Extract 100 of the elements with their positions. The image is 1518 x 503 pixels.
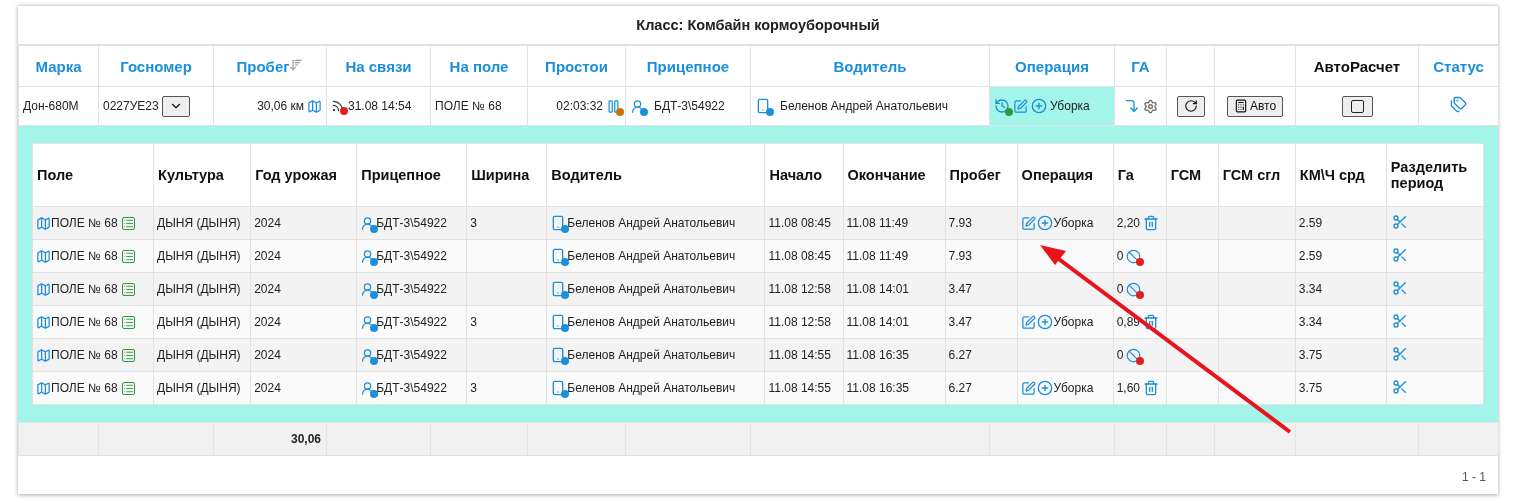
column-header: Год урожая — [250, 143, 357, 207]
column-header[interactable]: Пробег — [213, 45, 327, 87]
auto-button[interactable]: Авто — [1226, 95, 1284, 117]
column-header[interactable]: Госномер — [98, 45, 214, 87]
driver-name: Беленов Андрей Анатольевич — [567, 348, 736, 362]
column-header[interactable]: На поле — [430, 45, 528, 87]
list-icon[interactable] — [121, 216, 135, 230]
column-header[interactable]: Простои — [527, 45, 626, 87]
total-cell: 30,06 — [213, 422, 327, 456]
column-header: Культура — [153, 143, 251, 207]
table-cell: 11.08 11:49 — [843, 206, 946, 240]
map-icon[interactable] — [307, 98, 322, 114]
scissors-icon[interactable] — [1391, 213, 1408, 230]
column-header[interactable]: Статус — [1418, 45, 1499, 87]
column-header: Пробег — [945, 143, 1018, 207]
column-header: Начало — [764, 143, 843, 207]
map-icon[interactable] — [36, 314, 51, 330]
trash-icon[interactable] — [1143, 380, 1160, 396]
table-cell: ПОЛЕ № 68 — [430, 86, 528, 126]
column-header[interactable]: Прицепное — [625, 45, 751, 87]
scissors-icon[interactable] — [1391, 246, 1408, 263]
add-icon[interactable] — [1036, 314, 1053, 330]
trash-icon[interactable] — [1143, 215, 1160, 231]
table-cell: 11.08 11:49 — [843, 239, 946, 273]
table-cell: 11.08 08:45 — [764, 206, 843, 240]
field-text: ПОЛЕ № 68 — [51, 282, 118, 296]
scissors-icon[interactable] — [1391, 378, 1408, 395]
map-icon[interactable] — [36, 215, 51, 231]
column-header[interactable]: Марка — [18, 45, 99, 87]
list-icon[interactable] — [121, 249, 135, 263]
blocked-icon[interactable] — [1126, 347, 1142, 363]
column-header[interactable]: Операция — [989, 45, 1115, 87]
blocked-icon[interactable] — [1126, 248, 1142, 264]
column-header[interactable]: ГА — [1114, 45, 1167, 87]
operation-text: Уборка — [1053, 315, 1094, 329]
column-header: Разделить период — [1386, 143, 1484, 207]
add-icon[interactable] — [1036, 215, 1053, 231]
table-cell: 11.08 08:45 — [764, 239, 843, 273]
list-icon[interactable] — [121, 348, 135, 362]
table-cell: 3 — [466, 305, 547, 339]
edit-icon[interactable] — [1020, 215, 1036, 231]
signal-off-icon — [331, 99, 345, 113]
add-icon[interactable] — [1036, 380, 1053, 396]
field-text: ПОЛЕ № 68 — [51, 381, 118, 395]
phone-clock-icon — [550, 215, 567, 231]
table-cell: ДЫНЯ (ДЫНЯ) — [153, 206, 251, 240]
table-cell: 3.34 — [1295, 305, 1387, 339]
edit-icon[interactable] — [1020, 314, 1036, 330]
user-clock-icon — [360, 347, 376, 363]
table-title: Класс: Комбайн кормоуборочный — [18, 6, 1498, 45]
table-cell: ДЫНЯ (ДЫНЯ) — [153, 338, 251, 372]
map-icon[interactable] — [36, 380, 51, 396]
add-icon[interactable] — [1031, 98, 1047, 114]
trash-icon[interactable] — [1143, 314, 1160, 330]
column-header: Поле — [32, 143, 154, 207]
settings-icon[interactable] — [1142, 98, 1158, 114]
table-cell: 3.75 — [1295, 371, 1387, 405]
scissors-icon[interactable] — [1391, 345, 1408, 362]
hectares-text: 0 — [1116, 249, 1124, 263]
column-header[interactable]: АвтоРасчет — [1295, 45, 1419, 87]
phone-clock-icon — [550, 347, 567, 363]
calculator-icon — [1233, 99, 1248, 113]
table-cell: ДЫНЯ (ДЫНЯ) — [153, 239, 251, 273]
column-header[interactable]: Водитель — [750, 45, 990, 87]
pause-icon — [606, 98, 621, 114]
dropdown-button[interactable] — [161, 95, 190, 117]
table-cell: 6.27 — [945, 338, 1018, 372]
edit-icon[interactable] — [1020, 380, 1036, 396]
connection-time: 31.08 14:54 — [348, 99, 412, 113]
column-header: Ширина — [466, 143, 547, 207]
arrow-icon[interactable] — [1123, 98, 1140, 114]
table-cell: 11.08 16:35 — [843, 338, 946, 372]
tags-icon[interactable] — [1450, 96, 1467, 113]
blocked-icon[interactable] — [1126, 281, 1142, 297]
refresh-button[interactable] — [1176, 95, 1205, 117]
table-cell: 11.08 16:35 — [843, 371, 946, 405]
trailer-text: БДТ-3\54922 — [376, 249, 447, 263]
list-icon[interactable] — [121, 381, 135, 395]
list-icon[interactable] — [121, 315, 135, 329]
list-icon[interactable] — [121, 282, 135, 296]
scissors-icon[interactable] — [1391, 279, 1408, 296]
map-icon[interactable] — [36, 248, 51, 264]
table-cell: 2024 — [250, 305, 357, 339]
scissors-icon[interactable] — [1391, 312, 1408, 329]
checkbox[interactable] — [1341, 95, 1373, 117]
column-header: КМ\Ч срд — [1295, 143, 1387, 207]
refresh-icon — [1183, 99, 1198, 113]
edit-icon[interactable] — [1013, 98, 1028, 114]
table-cell: 11.08 14:01 — [843, 272, 946, 306]
column-header[interactable]: На связи — [326, 45, 431, 87]
table-cell: Дон-680М — [18, 86, 99, 126]
mileage-text: 30,06 км — [257, 99, 304, 113]
map-icon[interactable] — [36, 281, 51, 297]
table-cell: ДЫНЯ (ДЫНЯ) — [153, 371, 251, 405]
operation-text: Уборка — [1053, 216, 1094, 230]
table-cell: 2024 — [250, 239, 357, 273]
table-cell: 11.08 14:55 — [764, 371, 843, 405]
trailer-text: БДТ-3\54922 — [376, 216, 447, 230]
map-icon[interactable] — [36, 347, 51, 363]
table-cell: 3.47 — [945, 305, 1018, 339]
